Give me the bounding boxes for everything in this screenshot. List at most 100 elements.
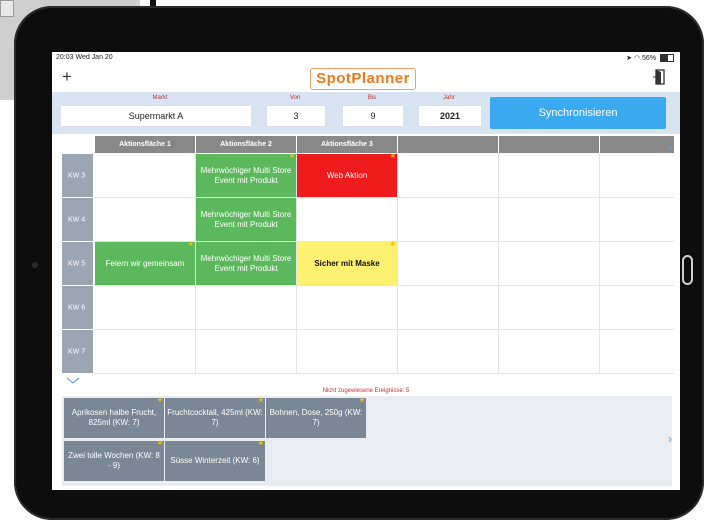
grid-cell[interactable]	[398, 198, 499, 242]
week-row-label: KW 6	[62, 286, 93, 329]
grid-cell[interactable]	[95, 330, 196, 374]
star-icon: ★	[358, 397, 365, 404]
add-button[interactable]: +	[62, 67, 72, 87]
planner-grid: Aktionsfläche 1 Aktionsfläche 2 Aktionsflä…	[62, 136, 674, 376]
status-bar: 20:03 Wed Jan 20 ➤ ◠ 56%	[52, 52, 680, 64]
markt-field[interactable]: Supermarkt A	[60, 105, 252, 127]
jahr-label: Jahr	[443, 95, 455, 101]
column-header: Aktionsfläche 1	[95, 136, 195, 153]
unassigned-count: Nicht zugewiesene Ereignisse: 5	[322, 388, 410, 394]
star-icon: ★	[156, 397, 163, 404]
star-icon: ★	[257, 397, 264, 404]
grid-cell[interactable]	[600, 198, 674, 242]
unassigned-events-panel: Aprikosen halbe Frucht, 825ml (KW: 7) ★ Fr…	[62, 396, 672, 486]
column-header: Aktionsfläche 3	[297, 136, 397, 153]
grid-cell[interactable]	[398, 242, 499, 286]
event-title: Feiern wir gemeinsam	[105, 258, 185, 268]
week-label-text: KW 4	[68, 216, 86, 223]
event-title: Sicher mit Maske	[314, 258, 380, 268]
grid-cell[interactable]	[600, 154, 674, 198]
unassigned-event-card[interactable]: Aprikosen halbe Frucht, 825ml (KW: 7) ★	[64, 397, 164, 438]
bis-field[interactable]: 9	[342, 105, 404, 127]
event-title: Mehrwöchiger Multi Store Event mit Produ…	[200, 165, 292, 185]
location-icon: ➤	[626, 55, 633, 62]
bis-label: Bis	[367, 95, 377, 101]
event-block[interactable]: Feiern wir gemeinsam ★	[95, 241, 195, 285]
unassigned-event-title: Fruchtcocktail, 425ml (KW: 7)	[167, 408, 263, 427]
home-button	[682, 255, 693, 285]
jahr-field[interactable]: 2021	[418, 105, 482, 127]
battery-fill	[661, 55, 668, 62]
chevron-down-icon[interactable]	[66, 377, 80, 385]
grid-cell[interactable]	[297, 330, 398, 374]
grid-cell[interactable]	[297, 286, 398, 330]
status-time: 20:03 Wed Jan 20	[56, 54, 113, 61]
grid-cell[interactable]	[95, 286, 196, 330]
column-header	[600, 136, 674, 153]
week-row-label: KW 3	[62, 154, 93, 197]
app-screen: 20:03 Wed Jan 20 ➤ ◠ 56% + SpotPlanner M…	[52, 52, 680, 490]
wifi-icon: ◠	[633, 55, 641, 62]
grid-cell[interactable]	[196, 330, 297, 374]
von-field[interactable]: 3	[266, 105, 326, 127]
app-logo: SpotPlanner	[310, 68, 416, 90]
grid-cell[interactable]	[95, 198, 196, 242]
event-title: Mehrwöchiger Multi Store Event mit Produ…	[200, 253, 292, 273]
chevron-right-icon[interactable]: ›	[668, 140, 672, 154]
sync-button[interactable]: Synchronisieren	[490, 97, 666, 129]
column-header	[499, 136, 599, 153]
grid-cell[interactable]	[95, 154, 196, 198]
grid-cell[interactable]	[196, 286, 297, 330]
star-icon: ★	[288, 153, 295, 160]
week-label-text: KW 6	[68, 304, 86, 311]
week-label-text: KW 7	[68, 348, 86, 355]
markt-label: Markt	[152, 95, 168, 101]
event-block[interactable]: Mehrwöchiger Multi Store Event mit Produ…	[196, 198, 296, 241]
grid-cell[interactable]	[600, 330, 674, 374]
week-row-label: KW 7	[62, 330, 93, 373]
chevron-right-icon[interactable]: ›	[668, 432, 672, 446]
week-label-text: KW 5	[68, 260, 86, 267]
week-row-label: KW 5	[62, 242, 93, 285]
battery-percent: 56%	[642, 55, 657, 62]
star-icon: ★	[156, 440, 163, 447]
star-icon: ★	[187, 241, 194, 248]
grid-cell[interactable]	[398, 154, 499, 198]
nav-bar: + SpotPlanner	[52, 64, 680, 92]
event-block[interactable]: Web Aktion ★	[297, 153, 397, 197]
grid-cell[interactable]	[600, 242, 674, 286]
unassigned-event-card[interactable]: Zwei tolle Wochen (KW: 8 - 9) ★	[64, 440, 164, 481]
von-label: Von	[289, 95, 301, 101]
column-header	[398, 136, 498, 153]
grid-cell[interactable]	[398, 330, 499, 374]
column-header: Aktionsfläche 2	[196, 136, 296, 153]
status-indicators: ➤ ◠ 56%	[626, 54, 674, 63]
grid-cell[interactable]	[499, 154, 600, 198]
star-icon: ★	[257, 440, 264, 447]
unassigned-event-card[interactable]: Süsse Winterzeit (KW: 6) ★	[165, 440, 265, 481]
week-row-label: KW 4	[62, 198, 93, 241]
grid-cell[interactable]	[499, 242, 600, 286]
unassigned-event-card[interactable]: Fruchtcocktail, 425ml (KW: 7) ★	[165, 397, 265, 438]
unassigned-event-title: Bohnen, Dose, 250g (KW: 7)	[269, 408, 363, 427]
grid-cell[interactable]	[600, 286, 674, 330]
grid-cell[interactable]	[499, 198, 600, 242]
event-title: Mehrwöchiger Multi Store Event mit Produ…	[200, 209, 292, 229]
event-block[interactable]: Sicher mit Maske ★	[297, 241, 397, 285]
grid-cell[interactable]	[297, 198, 398, 242]
unassigned-event-title: Aprikosen halbe Frucht, 825ml (KW: 7)	[71, 408, 157, 427]
unassigned-event-card[interactable]: Bohnen, Dose, 250g (KW: 7) ★	[266, 397, 366, 438]
week-label-text: KW 3	[68, 172, 86, 179]
star-icon: ★	[389, 153, 396, 160]
filter-bar: Markt Supermarkt A Von 3 Bis 9 Jahr 2021…	[52, 92, 680, 134]
grid-cell[interactable]	[499, 330, 600, 374]
battery-icon	[660, 54, 674, 63]
star-icon: ★	[389, 241, 396, 248]
grid-cell[interactable]	[398, 286, 499, 330]
grid-cell[interactable]	[499, 286, 600, 330]
camera-icon	[32, 262, 38, 268]
event-block[interactable]: Mehrwöchiger Multi Store Event mit Produ…	[196, 153, 296, 197]
event-block[interactable]: Mehrwöchiger Multi Store Event mit Produ…	[196, 242, 296, 285]
door-exit-icon[interactable]	[652, 69, 666, 85]
event-title: Web Aktion	[326, 170, 368, 180]
